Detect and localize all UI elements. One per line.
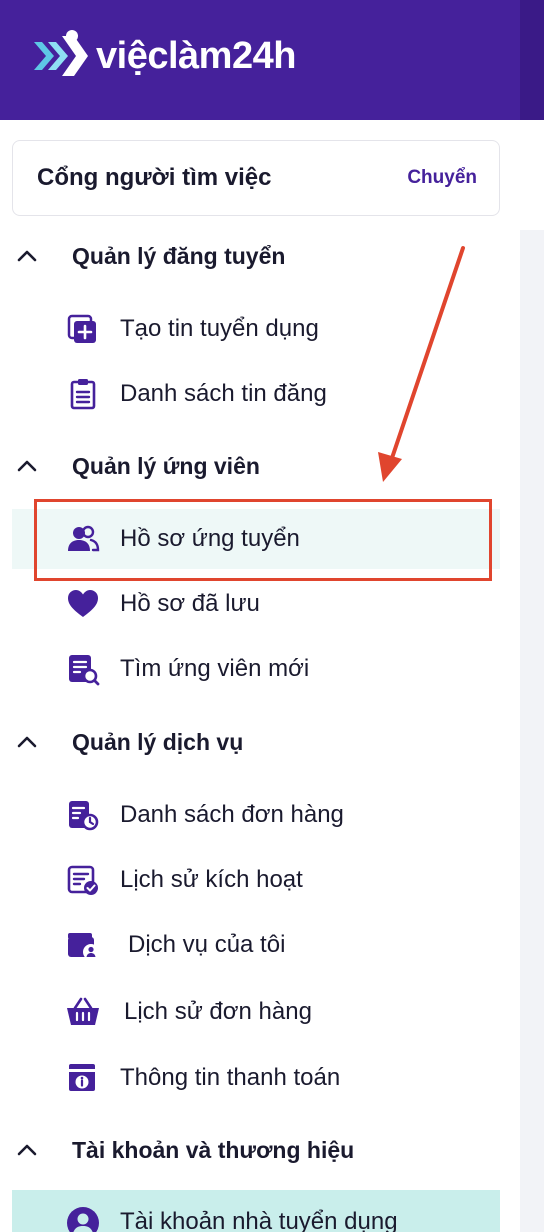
chevron-up-icon <box>17 250 37 262</box>
section-candidates[interactable]: Quản lý ứng viên <box>0 441 520 491</box>
sidebar-item-label: Dịch vụ của tôi <box>128 931 286 958</box>
sidebar-item-payment-info[interactable]: Thông tin thanh toán <box>12 1048 500 1108</box>
section-services[interactable]: Quản lý dịch vụ <box>0 717 520 767</box>
wallet-user-icon <box>66 928 100 962</box>
add-square-icon <box>66 312 100 346</box>
chevron-up-icon <box>17 1144 37 1156</box>
receipt-info-icon <box>66 1061 100 1095</box>
sidebar-item-label: Hồ sơ đã lưu <box>120 590 260 617</box>
sidebar-item-label: Lịch sử kích hoạt <box>120 866 303 893</box>
order-clock-icon <box>66 798 100 832</box>
list-check-icon <box>66 863 100 897</box>
annotation-highlight-box <box>34 499 492 581</box>
clipboard-list-icon <box>66 377 100 411</box>
section-recruitment-posts[interactable]: Quản lý đăng tuyển <box>0 231 520 281</box>
sidebar-item-create-job-post[interactable]: Tạo tin tuyển dụng <box>12 299 500 359</box>
basket-icon <box>66 995 100 1029</box>
sidebar-item-order-history[interactable]: Lịch sử đơn hàng <box>12 982 500 1042</box>
brand-mark-icon <box>34 30 88 76</box>
header-edge <box>520 0 544 120</box>
chevron-up-icon <box>17 736 37 748</box>
portal-switch-link[interactable]: Chuyển <box>407 167 477 189</box>
section-account-brand[interactable]: Tài khoản và thương hiệu <box>0 1125 520 1175</box>
content-background <box>520 120 544 1232</box>
sidebar-item-job-post-list[interactable]: Danh sách tin đăng <box>12 364 500 424</box>
top-header: việclàm24h <box>0 0 544 120</box>
brand-name: việclàm24h <box>96 34 296 77</box>
sidebar-item-find-candidates[interactable]: Tìm ứng viên mới <box>12 639 500 699</box>
sidebar-item-saved-profiles[interactable]: Hồ sơ đã lưu <box>12 574 500 634</box>
sidebar-item-label: Danh sách đơn hàng <box>120 801 344 828</box>
sidebar-item-label: Danh sách tin đăng <box>120 380 327 407</box>
section-label: Quản lý ứng viên <box>72 452 260 479</box>
portal-title: Cổng người tìm việc <box>37 164 272 191</box>
sidebar-item-order-list[interactable]: Danh sách đơn hàng <box>12 785 500 845</box>
sidebar-item-label: Tìm ứng viên mới <box>120 655 310 682</box>
section-label: Tài khoản và thương hiệu <box>72 1136 355 1163</box>
portal-card: Cổng người tìm việc Chuyển <box>12 140 500 216</box>
sidebar-item-employer-account[interactable]: Tài khoản nhà tuyển dụng <box>12 1190 500 1232</box>
heart-icon <box>66 587 100 621</box>
document-search-icon <box>66 652 100 686</box>
section-label: Quản lý dịch vụ <box>72 728 244 755</box>
content-top <box>520 120 544 230</box>
sidebar-item-label: Thông tin thanh toán <box>120 1064 341 1091</box>
sidebar-item-label: Tạo tin tuyển dụng <box>120 315 319 342</box>
sidebar-item-label: Lịch sử đơn hàng <box>124 998 312 1025</box>
sidebar-item-activation-history[interactable]: Lịch sử kích hoạt <box>12 850 500 910</box>
sidebar-item-label: Tài khoản nhà tuyển dụng <box>120 1208 398 1232</box>
user-circle-icon <box>66 1206 100 1232</box>
section-label: Quản lý đăng tuyển <box>72 242 286 269</box>
chevron-up-icon <box>17 460 37 472</box>
brand-logo[interactable]: việclàm24h <box>30 24 296 88</box>
sidebar-item-my-services[interactable]: Dịch vụ của tôi <box>12 915 500 975</box>
